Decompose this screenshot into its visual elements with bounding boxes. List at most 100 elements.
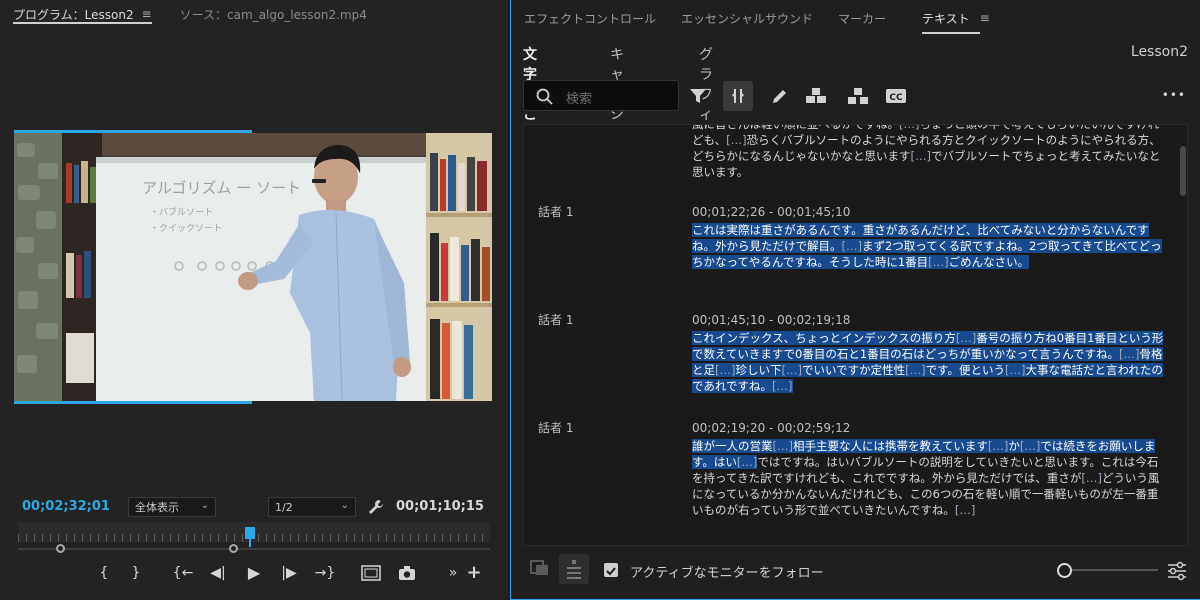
duration-timecode: 00;01;10;15 xyxy=(396,499,484,514)
ellipsis-marker[interactable]: […] xyxy=(1081,471,1101,485)
speaker-label[interactable]: 話者 1 xyxy=(538,419,573,436)
go-to-in-button[interactable]: {← xyxy=(170,562,196,584)
transcript-list[interactable]: 風に皆さんは軽い順に並べるかですね。[…]ちょっと頭の中で考えてもらいたいんです… xyxy=(523,124,1188,546)
merge-segments-icon[interactable] xyxy=(801,81,831,111)
tab-program[interactable]: プログラム：Lesson2 ≡ xyxy=(13,0,152,28)
zoom-handle-right[interactable] xyxy=(229,544,238,553)
playhead[interactable] xyxy=(245,527,255,539)
zoom-level-select[interactable]: 全体表示 ⌄ xyxy=(128,497,216,517)
transcript-segment[interactable]: でいいですか定性性 xyxy=(801,363,906,377)
panel-menu-icon[interactable]: ≡ xyxy=(142,7,152,21)
video-frame-image: アルゴリズム ー ソート ・バブルソート ・クイックソート xyxy=(14,133,492,401)
speaker-label[interactable]: 話者 1 xyxy=(538,203,573,220)
playback-resolution-value: 1/2 xyxy=(275,500,293,514)
ellipsis-marker[interactable]: […] xyxy=(987,439,1009,453)
filter-icon[interactable] xyxy=(683,81,713,111)
program-tab-bar: プログラム：Lesson2 ≡ ソース：cam_algo_lesson2.mp4 xyxy=(0,0,508,28)
ellipsis-marker[interactable]: […] xyxy=(781,363,802,377)
follow-active-monitor-label: アクティブなモニターをフォロー xyxy=(630,566,824,581)
transcript-segment[interactable]: です。便という xyxy=(925,363,1005,377)
tab-source-label: ソース：cam_algo_lesson2.mp4 xyxy=(179,7,367,22)
search-field[interactable]: 検索 xyxy=(523,80,679,111)
checkmark-icon xyxy=(606,567,616,576)
wrench-icon[interactable] xyxy=(368,499,384,515)
ellipsis-marker[interactable]: […] xyxy=(955,331,977,345)
more-controls-button[interactable]: » xyxy=(442,562,464,584)
zoom-scrollbar[interactable] xyxy=(18,544,490,553)
playback-resolution-select[interactable]: 1/2 ⌄ xyxy=(268,497,356,517)
ellipsis-marker[interactable]: […] xyxy=(772,379,793,393)
transcript-segment[interactable]: これインデックス、ちょっとインデックスの振り方 xyxy=(692,331,956,345)
whiteboard-line1: ・バブルソート xyxy=(150,206,213,218)
text-panel: エフェクトコントロール エッセンシャルサウンド マーカー テキスト ≡ 文字起こ… xyxy=(510,0,1200,600)
ellipsis-marker[interactable]: […] xyxy=(1019,439,1041,453)
speaker-label[interactable]: 話者 1 xyxy=(538,311,573,328)
step-back-button[interactable]: ◀| xyxy=(205,562,231,584)
closed-captions-icon[interactable]: CC xyxy=(881,81,911,111)
speaker-settings-icon[interactable] xyxy=(559,554,589,584)
ellipsis-marker[interactable]: […] xyxy=(955,503,975,517)
transcript-segment[interactable]: ごめんなさい。 xyxy=(948,255,1030,269)
button-editor-add-button[interactable]: + xyxy=(463,562,485,584)
transcript-sync-icon[interactable] xyxy=(529,556,551,578)
go-to-out-button[interactable]: →} xyxy=(312,562,338,584)
ellipsis-marker[interactable]: […] xyxy=(1119,347,1140,361)
text-size-slider[interactable] xyxy=(1058,569,1158,571)
ellipsis-marker[interactable]: […] xyxy=(911,149,931,163)
transcript-segment[interactable]: 珍しい下 xyxy=(735,363,782,377)
pencil-icon[interactable] xyxy=(765,81,795,111)
camera-icon[interactable] xyxy=(396,562,418,584)
svg-text:CC: CC xyxy=(889,93,903,103)
tab-markers[interactable]: マーカー xyxy=(838,0,886,36)
segment-timecode: 00;01;22;26 - 00;01;45;10 xyxy=(692,205,851,219)
transcript-scrollbar[interactable] xyxy=(1180,146,1186,196)
tab-program-label: プログラム：Lesson2 xyxy=(13,7,134,22)
tab-text-label: テキスト xyxy=(922,11,970,26)
ellipsis-marker[interactable]: […] xyxy=(905,363,926,377)
tab-essential-sound[interactable]: エッセンシャルサウンド xyxy=(681,0,813,36)
transcript-paragraph[interactable]: 誰が一人の営業[…]相手主要な人には携帯を教えています[…]か[…]では続きをお… xyxy=(692,438,1168,518)
more-options-icon[interactable]: ••• xyxy=(1162,88,1186,102)
ellipsis-marker[interactable]: […] xyxy=(736,455,758,469)
ellipsis-marker[interactable]: […] xyxy=(715,363,736,377)
sequence-name: Lesson2 xyxy=(1130,44,1188,60)
ellipsis-marker[interactable]: […] xyxy=(899,125,919,131)
settings-sliders-icon[interactable] xyxy=(1166,560,1188,582)
chevron-down-icon: ⌄ xyxy=(340,500,349,511)
program-video-frame[interactable]: アルゴリズム ー ソート ・バブルソート ・クイックソート xyxy=(14,133,492,401)
transcript-paragraph[interactable]: 風に皆さんは軽い順に並べるかですね。[…]ちょっと頭の中で考えてもらいたいんです… xyxy=(692,125,1168,180)
segment-timecode: 00;01;45;10 - 00;02;19;18 xyxy=(692,313,851,327)
transcript-segment[interactable]: 相手主要な人には携帯を教えています xyxy=(792,439,988,453)
ellipsis-marker[interactable]: […] xyxy=(1004,363,1026,377)
panel-menu-icon[interactable]: ≡ xyxy=(980,11,990,25)
search-icon xyxy=(536,88,553,105)
safe-margins-icon[interactable] xyxy=(360,562,382,584)
step-forward-button[interactable]: |▶ xyxy=(276,562,302,584)
text-size-slider-knob[interactable] xyxy=(1057,563,1072,578)
ellipsis-marker[interactable]: […] xyxy=(928,255,949,269)
mark-out-button[interactable]: } xyxy=(125,562,147,584)
ellipsis-marker[interactable]: […] xyxy=(772,439,793,453)
zoom-handle-left[interactable] xyxy=(56,544,65,553)
mark-in-button[interactable]: { xyxy=(93,562,115,584)
tab-source[interactable]: ソース：cam_algo_lesson2.mp4 xyxy=(180,0,367,28)
current-timecode[interactable]: 00;02;32;01 xyxy=(22,499,110,514)
tab-text[interactable]: テキスト ≡ xyxy=(922,0,994,36)
transcript-segment[interactable]: 誰が一人の営業 xyxy=(692,439,773,453)
whiteboard-line2: ・クイックソート xyxy=(150,223,222,234)
ellipsis-marker[interactable]: […] xyxy=(841,239,862,253)
split-to-segments-icon[interactable] xyxy=(843,81,873,111)
zoom-level-value: 全体表示 xyxy=(135,501,179,514)
tab-effect-controls[interactable]: エフェクトコントロール xyxy=(524,0,656,36)
search-placeholder: 検索 xyxy=(566,92,593,107)
follow-active-monitor-checkbox[interactable] xyxy=(604,563,618,577)
transcript-paragraph[interactable]: これは実際は重さがあるんです。重さがあるんだけど、比べてみないと分からないんです… xyxy=(692,222,1168,270)
ellipsis-marker[interactable]: […] xyxy=(726,133,746,147)
transcript-paragraph[interactable]: これインデックス、ちょっとインデックスの振り方[…]番号の振り方ね0番目1番目と… xyxy=(692,330,1168,394)
transcript-segment[interactable]: 風に皆さんは軽い順に並べるかですね。 xyxy=(692,125,899,131)
split-segment-icon[interactable] xyxy=(723,81,753,111)
play-button[interactable]: ▶ xyxy=(243,562,265,584)
panel-tab-bar: エフェクトコントロール エッセンシャルサウンド マーカー テキスト ≡ xyxy=(511,0,1200,36)
transcript-segment[interactable]: か xyxy=(1008,439,1020,453)
whiteboard-title: アルゴリズム ー ソート xyxy=(142,179,301,197)
